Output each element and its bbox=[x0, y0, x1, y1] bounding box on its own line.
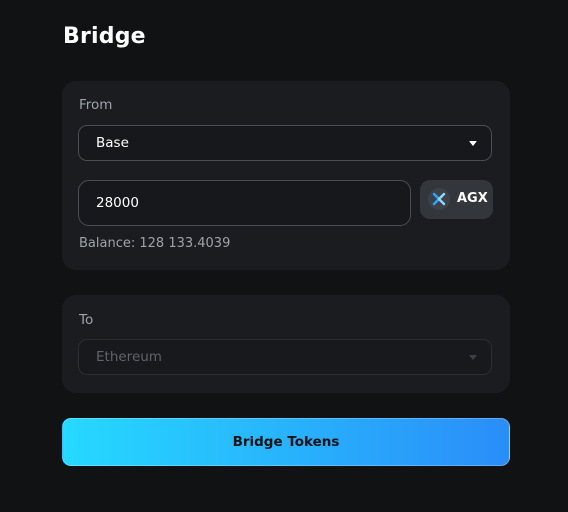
bridge-tokens-button[interactable]: Bridge Tokens bbox=[62, 418, 510, 466]
page-title: Bridge bbox=[63, 24, 146, 49]
token-selector[interactable]: AGX bbox=[420, 180, 493, 219]
bridge-page: Bridge From Base AGX Balance: 128 133.40… bbox=[0, 0, 568, 512]
to-card: To Ethereum bbox=[62, 295, 510, 393]
balance-label: Balance: bbox=[79, 236, 136, 251]
from-label: From bbox=[79, 97, 113, 113]
token-label: AGX bbox=[457, 191, 488, 206]
to-network-value: Ethereum bbox=[96, 349, 162, 365]
agx-logo-icon bbox=[428, 188, 450, 210]
amount-input[interactable] bbox=[78, 180, 411, 226]
caret-down-icon bbox=[469, 355, 477, 360]
caret-down-icon bbox=[469, 141, 477, 146]
from-network-select[interactable]: Base bbox=[78, 125, 492, 161]
from-network-value: Base bbox=[96, 135, 129, 151]
balance-value: 128 133.4039 bbox=[139, 236, 231, 251]
to-network-select[interactable]: Ethereum bbox=[78, 339, 492, 375]
balance-text: Balance: 128 133.4039 bbox=[79, 236, 230, 251]
to-label: To bbox=[79, 312, 94, 328]
from-card: From Base AGX Balance: 128 133.4039 bbox=[62, 81, 510, 270]
